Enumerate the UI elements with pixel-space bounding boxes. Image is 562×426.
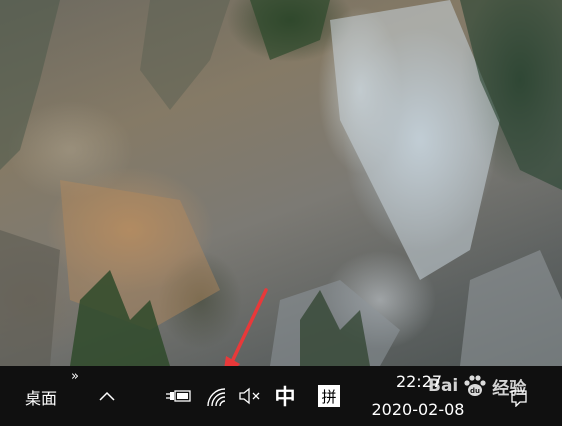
notification-center-icon[interactable] [510, 388, 528, 408]
wallpaper-texture [0, 0, 562, 366]
ime-language-indicator[interactable]: 中 [272, 383, 298, 409]
ime-mode-indicator[interactable]: 拼 [318, 385, 340, 407]
taskbar: 桌面 » 中 拼 22:27 2020-02-08 [0, 366, 562, 426]
wifi-icon[interactable] [204, 385, 228, 409]
double-chevron-right-icon[interactable]: » [67, 368, 83, 384]
clock-date[interactable]: 2020-02-08 [362, 399, 474, 419]
volume-muted-icon[interactable] [238, 386, 262, 406]
chevron-up-icon [99, 391, 115, 401]
power-plug-battery-icon[interactable] [164, 386, 192, 406]
clock-time[interactable]: 22:27 [388, 371, 450, 391]
desktop-toolbar-label[interactable]: 桌面 [14, 386, 68, 408]
show-hidden-icons-button[interactable] [94, 385, 120, 407]
desktop-wallpaper [0, 0, 562, 366]
